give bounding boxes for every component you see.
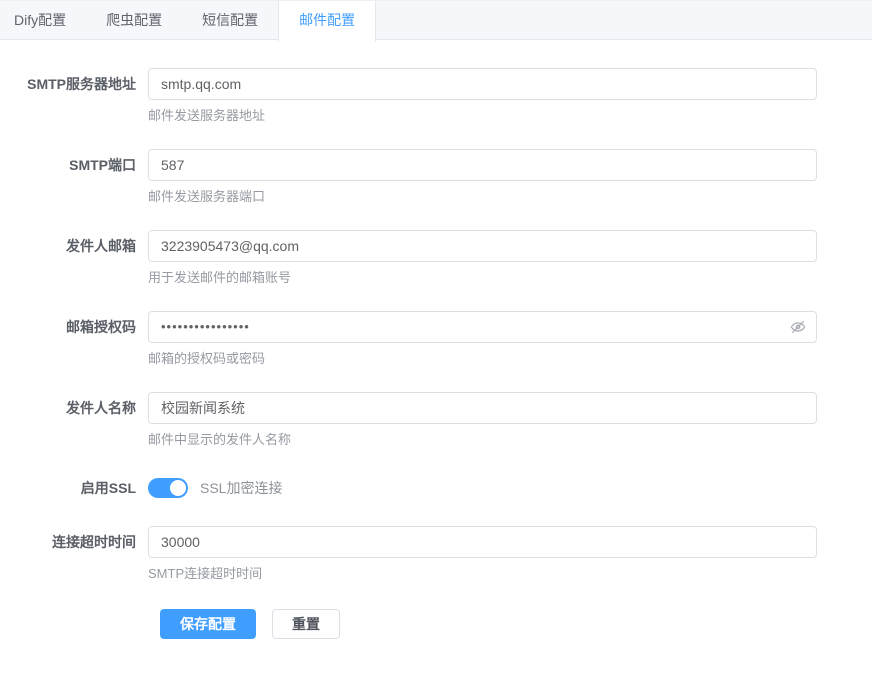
tab-email-config[interactable]: 邮件配置: [278, 1, 376, 42]
ssl-toggle-knob: [170, 480, 186, 496]
timeout-input[interactable]: [148, 526, 817, 558]
email-config-page: Dify配置 爬虫配置 短信配置 邮件配置 SMTP服务器地址 邮件发送服务器地…: [0, 0, 872, 677]
form-item-sender-name: 发件人名称 邮件中显示的发件人名称: [0, 392, 817, 449]
tab-crawler-config[interactable]: 爬虫配置: [86, 1, 182, 41]
sender-email-help: 用于发送邮件的邮箱账号: [148, 270, 817, 287]
sender-name-label: 发件人名称: [0, 392, 148, 449]
smtp-host-label: SMTP服务器地址: [0, 68, 148, 125]
form-item-smtp-port: SMTP端口 邮件发送服务器端口: [0, 149, 817, 206]
sender-name-help: 邮件中显示的发件人名称: [148, 432, 817, 449]
form-item-timeout: 连接超时时间 SMTP连接超时时间: [0, 526, 817, 583]
email-config-form: SMTP服务器地址 邮件发送服务器地址 SMTP端口 邮件发送服务器端口 发件人…: [0, 40, 872, 639]
sender-email-input[interactable]: [148, 230, 817, 262]
form-item-sender-email: 发件人邮箱 用于发送邮件的邮箱账号: [0, 230, 817, 287]
auth-code-help: 邮箱的授权码或密码: [148, 351, 817, 368]
form-actions: 保存配置 重置: [0, 607, 817, 639]
save-config-button[interactable]: 保存配置: [160, 609, 256, 639]
ssl-label: 启用SSL: [0, 472, 148, 504]
sender-email-label: 发件人邮箱: [0, 230, 148, 287]
smtp-port-input[interactable]: [148, 149, 817, 181]
tab-dify-config[interactable]: Dify配置: [0, 1, 86, 41]
form-item-ssl: 启用SSL SSL加密连接: [0, 472, 817, 504]
config-tabbar: Dify配置 爬虫配置 短信配置 邮件配置: [0, 0, 872, 40]
smtp-host-input[interactable]: [148, 68, 817, 100]
smtp-port-help: 邮件发送服务器端口: [148, 189, 817, 206]
form-item-auth-code: 邮箱授权码 邮箱的授权码或密码: [0, 311, 817, 368]
reset-button[interactable]: 重置: [272, 609, 340, 639]
ssl-toggle[interactable]: [148, 478, 188, 498]
auth-code-input[interactable]: [148, 311, 817, 343]
sender-name-input[interactable]: [148, 392, 817, 424]
form-item-smtp-host: SMTP服务器地址 邮件发送服务器地址: [0, 68, 817, 125]
timeout-label: 连接超时时间: [0, 526, 148, 583]
smtp-port-label: SMTP端口: [0, 149, 148, 206]
smtp-host-help: 邮件发送服务器地址: [148, 108, 817, 125]
auth-code-label: 邮箱授权码: [0, 311, 148, 368]
timeout-help: SMTP连接超时时间: [148, 566, 817, 583]
tab-sms-config[interactable]: 短信配置: [182, 1, 278, 41]
ssl-toggle-text: SSL加密连接: [200, 478, 282, 498]
eye-hidden-icon[interactable]: [789, 318, 807, 336]
